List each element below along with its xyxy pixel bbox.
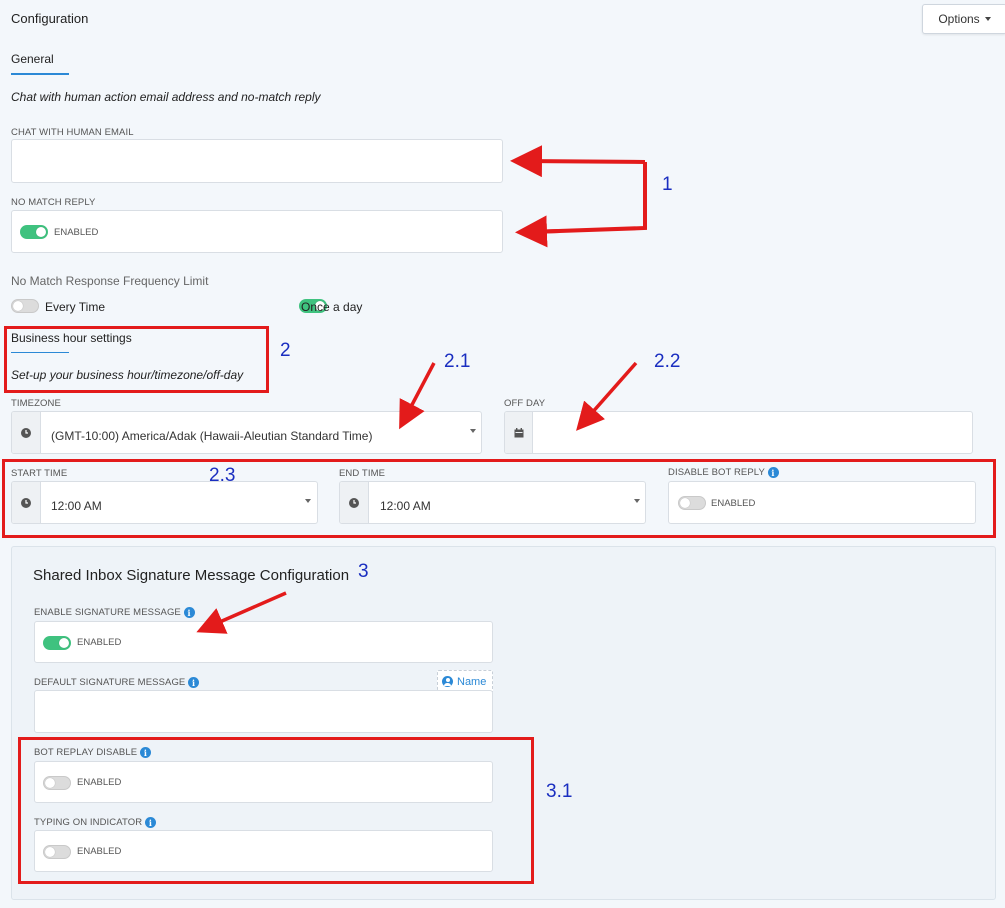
annotation-arrow-2-1 bbox=[399, 362, 436, 430]
annotation-arrows bbox=[196, 145, 647, 634]
annotation-arrow-3 bbox=[196, 591, 287, 634]
annotation-label-2: 2 bbox=[280, 340, 291, 361]
annotation-label-2-2: 2.2 bbox=[654, 351, 681, 372]
annotation-label-1: 1 bbox=[662, 174, 673, 195]
annotation-label-2-3: 2.3 bbox=[209, 465, 236, 486]
annotation-arrow-2-2 bbox=[576, 361, 638, 431]
annotation-label-3: 3 bbox=[358, 561, 369, 582]
annotation-arrow-1 bbox=[510, 145, 647, 248]
annotation-label-2-1: 2.1 bbox=[444, 351, 471, 372]
annotation-label-3-1: 3.1 bbox=[546, 781, 573, 802]
